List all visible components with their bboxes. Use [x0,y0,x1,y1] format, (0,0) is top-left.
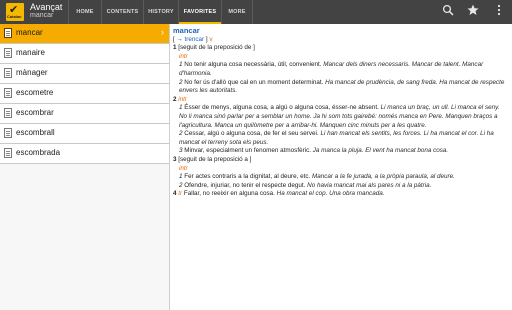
example-text: No havia mancat mai als pares ni a la pà… [307,181,432,189]
definition-text: Cessar, algú o alguna cosa, de fer el se… [184,130,321,138]
definition-text: Fer actes contraris a la dignitat, al de… [184,173,313,181]
sense-4: 4 tr Fallar, no reeixir en alguna cosa. … [173,190,507,199]
document-icon [4,68,12,78]
document-icon [4,148,12,158]
sense-number: 1 [173,44,177,52]
definition-number: 1 [179,104,183,112]
definition: 2 Ofendre, injuriar, no tenir el respect… [173,182,507,191]
definition-number: 2 [179,78,183,86]
example-text: Mancar a la fe jurada, a la pròpia parau… [312,173,455,181]
list-item-label: escombrall [16,128,55,137]
definition-text: Ésser de menys, alguna cosa, a algú o al… [184,104,381,112]
list-item-manaire[interactable]: manaire [0,44,169,64]
sense-label: [seguit de la preposició de ] [178,44,255,52]
document-icon [4,88,12,98]
list-item-escombrall[interactable]: escombrall [0,124,169,144]
sense-number: 2 [173,95,177,103]
document-icon [4,128,12,138]
grammar-tag: tr [178,190,183,198]
definition: 3 Minvar, especialment un fenomen atmosf… [173,147,507,156]
sense-3: 3 [seguit de la preposició a ] [173,156,507,165]
sense-number: 4 [173,190,177,198]
chevron-right-icon: › [161,27,164,37]
list-item-manager[interactable]: mànager [0,64,169,84]
example-text: Ja manca la pluja. El vent ha mancat bon… [312,147,449,155]
list-item-escombrada[interactable]: escombrada [0,144,169,164]
grammar-tag: intr [179,164,188,172]
list-item-label: escombrada [16,148,61,157]
definition-number: 1 [179,61,183,69]
document-icon [4,48,12,58]
entry-panel: mancar [ → trencar ] v 1 [seguit de la p… [170,24,512,310]
list-item-escombrar[interactable]: escombrar [0,104,169,124]
entry-crossref: [ → trencar ] v [173,36,507,45]
definition-text: Fallar, no reeixir en alguna cosa. [183,190,277,198]
sense-1: 1 [seguit de la preposició de ] [173,44,507,53]
definition-text: No fer ús d'allò que cal en un moment de… [184,78,326,86]
list-item-escometre[interactable]: escometre [0,84,169,104]
document-icon [4,108,12,118]
definition-number: 2 [179,130,183,138]
search-icon[interactable] [440,4,456,20]
tab-favorites[interactable]: FAVORITES [178,0,221,24]
grammar-tag: intr [179,52,188,60]
crossref-close: ] [204,35,208,43]
list-item-label: manaire [16,48,45,57]
logo-brand-text: Catalan [7,14,22,19]
tab-home[interactable]: HOME [68,0,101,24]
star-icon[interactable] [465,4,481,20]
list-item-mancar[interactable]: mancar › [0,24,169,44]
crossref-link[interactable]: trencar [185,36,205,43]
definition: 1 Ésser de menys, alguna cosa, a algú o … [173,104,507,130]
definition: 1 Fer actes contraris a la dignitat, al … [173,173,507,182]
app-title: Avançat [30,2,63,12]
definition: 2 No fer ús d'allò que cal en un moment … [173,79,507,96]
app-bar: ✔ Catalan Avançat mancar HOME CONTENTS H… [0,0,512,24]
definition-text: No tenir alguna cosa necessària, útil, c… [184,61,324,69]
sense-label: [seguit de la preposició a ] [178,155,252,163]
definition: 1 No tenir alguna cosa necessària, útil,… [173,61,507,78]
tab-more[interactable]: MORE [221,0,253,24]
app-subtitle: mancar [30,12,54,19]
tab-history[interactable]: HISTORY [143,0,178,24]
document-icon [4,28,12,38]
sense-number: 3 [173,155,177,163]
example-text: Ha mancat el cop. Una obra mancada. [276,190,385,198]
word-list: mancar › manaire mànager escometre escom… [0,24,170,310]
crossref-grammar: v [209,35,213,43]
definition-text: Minvar, especialment un fenomen atmosfèr… [184,147,313,155]
crossref-open: [ → [173,35,185,43]
list-item-label: mànager [16,68,48,77]
list-item-label: escombrar [16,108,54,117]
definition-text: Ofendre, injuriar, no tenir el respecte … [184,181,308,189]
tab-contents[interactable]: CONTENTS [101,0,143,24]
definition-number: 3 [179,147,183,155]
definition-number: 1 [179,173,183,181]
grammar-tag: intr [178,95,188,103]
definition-number: 2 [179,181,183,189]
overflow-menu-icon[interactable] [491,4,507,20]
entry-headword: mancar [173,26,200,35]
app-logo[interactable]: ✔ Catalan [6,3,24,21]
definition: 2 Cessar, algú o alguna cosa, de fer el … [173,130,507,147]
list-item-label: escometre [16,88,54,97]
list-item-label: mancar [16,28,43,37]
